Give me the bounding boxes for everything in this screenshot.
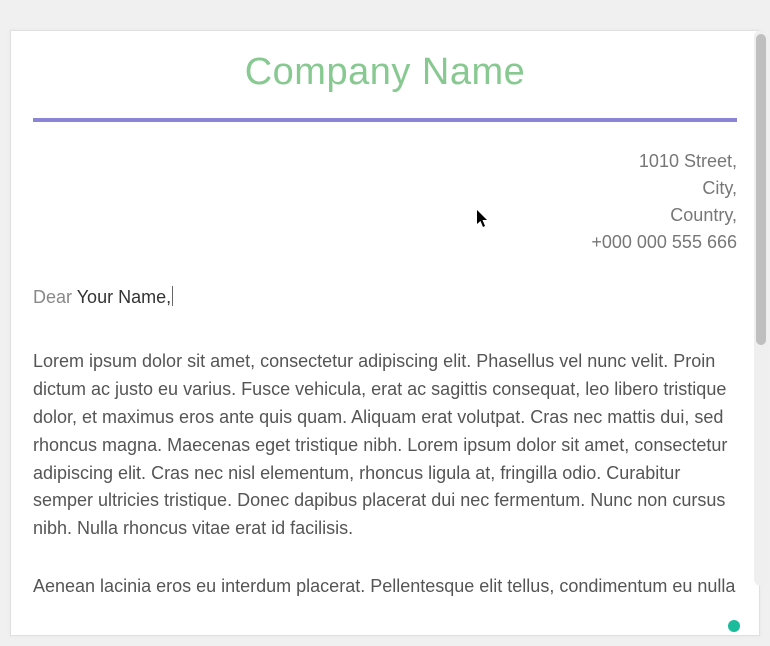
salutation-dear: Dear <box>33 287 72 307</box>
scrollbar-thumb[interactable] <box>756 34 766 345</box>
salutation-line[interactable]: Dear Your Name, <box>33 286 737 308</box>
salutation-name: Your Name, <box>77 287 171 307</box>
address-line: 1010 Street, <box>33 148 737 175</box>
accent-dot-icon <box>728 620 740 632</box>
letter-body[interactable]: Lorem ipsum dolor sit amet, consectetur … <box>33 348 737 601</box>
address-phone: +000 000 555 666 <box>33 229 737 256</box>
address-line: Country, <box>33 202 737 229</box>
scrollbar-track[interactable] <box>754 30 768 586</box>
body-paragraph: Lorem ipsum dolor sit amet, consectetur … <box>33 348 737 543</box>
header-divider <box>33 118 737 122</box>
document-viewport: Company Name 1010 Street, City, Country,… <box>0 0 770 646</box>
address-block[interactable]: 1010 Street, City, Country, +000 000 555… <box>33 148 737 256</box>
body-paragraph: Aenean lacinia eros eu interdum placerat… <box>33 573 737 601</box>
text-caret <box>172 286 173 306</box>
company-name-title[interactable]: Company Name <box>33 51 737 94</box>
letter-page: Company Name 1010 Street, City, Country,… <box>10 30 760 636</box>
address-line: City, <box>33 175 737 202</box>
